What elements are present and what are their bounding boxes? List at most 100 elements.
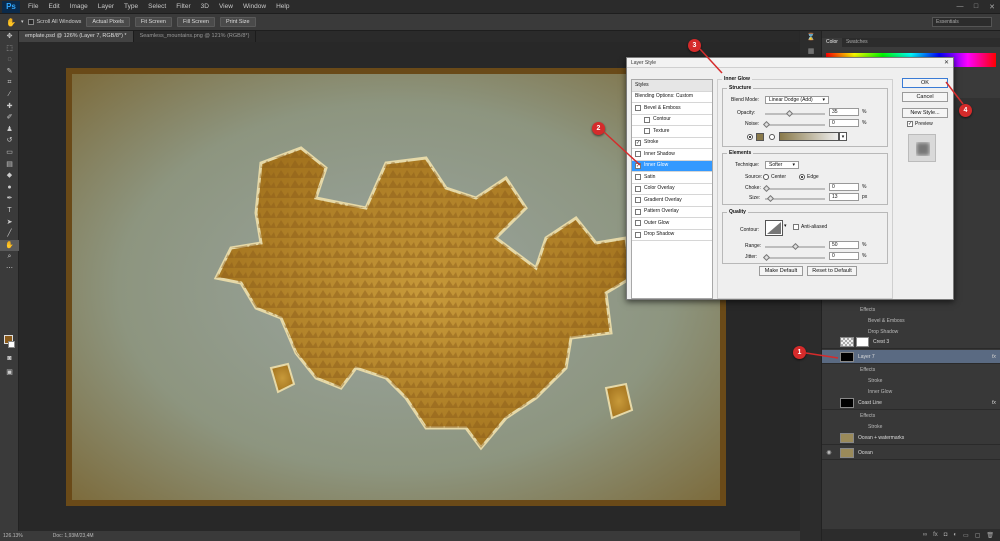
close-icon[interactable]: ✕ (984, 3, 1000, 11)
lasso-tool-icon[interactable]: ◌ (0, 54, 19, 66)
checkbox-checked[interactable]: ✓ (635, 162, 641, 169)
layer-effect-stroke[interactable]: Stroke (822, 375, 1000, 386)
style-satin[interactable]: Satin (632, 172, 712, 184)
chevron-down-icon[interactable]: ▾ (784, 223, 787, 229)
style-inner-glow[interactable]: ✓ Inner Glow (632, 160, 712, 172)
layer-ocean-watermarks[interactable]: Ocean + watermarks (822, 431, 1000, 445)
color-radio[interactable] (747, 134, 753, 140)
checkbox[interactable] (644, 128, 650, 135)
menu-layer[interactable]: Layer (93, 3, 119, 10)
checkbox[interactable] (635, 220, 641, 227)
menu-filter[interactable]: Filter (171, 3, 195, 10)
pen-tool-icon[interactable]: ✒ (0, 193, 19, 205)
style-inner-shadow[interactable]: Inner Shadow (632, 149, 712, 161)
path-select-tool-icon[interactable]: ➤ (0, 217, 19, 229)
choke-slider[interactable] (762, 184, 825, 193)
new-style-button[interactable]: New Style... (902, 108, 948, 118)
link-icon[interactable]: ∞ (923, 532, 927, 538)
size-slider[interactable] (765, 194, 825, 203)
eyedropper-tool-icon[interactable]: ⁄ (0, 89, 19, 101)
layer-effect-bevel[interactable]: Bevel & Emboss (822, 315, 1000, 326)
menu-view[interactable]: View (214, 3, 238, 10)
ok-button[interactable]: OK (902, 78, 948, 88)
history-panel-icon[interactable]: ⌛ (800, 31, 822, 45)
opacity-input[interactable]: 35 (829, 108, 859, 116)
reset-default-button[interactable]: Reset to Default (807, 266, 857, 276)
make-default-button[interactable]: Make Default (759, 266, 803, 276)
range-slider[interactable] (765, 242, 825, 251)
opacity-slider[interactable] (765, 109, 825, 118)
quick-select-tool-icon[interactable]: ✎ (0, 66, 19, 78)
move-tool-icon[interactable]: ✥ (0, 31, 19, 43)
close-icon[interactable]: ✕ (944, 58, 949, 68)
style-gradient-overlay[interactable]: Gradient Overlay (632, 195, 712, 207)
minimize-icon[interactable]: — (952, 3, 968, 11)
checkbox-checked[interactable]: ✓ (635, 139, 641, 146)
contour-picker[interactable] (765, 220, 783, 236)
workspace-select[interactable]: Essentials (932, 17, 992, 27)
crop-tool-icon[interactable]: ⌗ (0, 77, 19, 89)
menu-image[interactable]: Image (65, 3, 93, 10)
checkbox[interactable] (635, 151, 641, 158)
new-layer-icon[interactable]: ▢ (975, 532, 981, 539)
folder-icon[interactable]: ▭ (963, 532, 969, 539)
jitter-input[interactable]: 0 (829, 252, 859, 260)
gradient-tool-icon[interactable]: ▤ (0, 159, 19, 171)
style-bevel-emboss[interactable]: Bevel & Emboss (632, 103, 712, 115)
checkbox[interactable] (635, 208, 641, 215)
background-color-swatch[interactable] (8, 341, 15, 348)
checkbox[interactable] (635, 105, 641, 112)
style-texture[interactable]: Texture (632, 126, 712, 138)
trash-icon[interactable]: 🗑 (986, 532, 994, 539)
chevron-down-icon[interactable]: ▾ (839, 132, 847, 141)
dropdown-arrow-icon[interactable]: ▾ (21, 19, 24, 25)
zoom-level[interactable]: 126.13% (3, 533, 23, 539)
layer-effects-row[interactable]: Effects (822, 304, 1000, 315)
glow-color-swatch[interactable] (756, 133, 764, 141)
style-drop-shadow[interactable]: Drop Shadow (632, 230, 712, 241)
checkbox[interactable] (635, 197, 641, 204)
marquee-tool-icon[interactable]: ⬚ (0, 43, 19, 55)
fill-screen-button[interactable]: Fill Screen (177, 17, 215, 27)
layer-effects-row[interactable]: Effects (822, 410, 1000, 421)
fx-icon[interactable]: fx (992, 400, 996, 406)
blending-options[interactable]: Blending Options: Custom (632, 92, 712, 103)
layer-crest-3[interactable]: Crest 3 (822, 335, 1000, 349)
tab-seamless-mountains[interactable]: Seamless_mountains.png @ 121% (RGB/8*) (134, 31, 257, 42)
blend-mode-select[interactable]: Linear Dodge (Add) ▾ (765, 96, 829, 104)
noise-slider[interactable] (762, 120, 825, 129)
adjustment-icon[interactable]: ◐ (953, 532, 957, 538)
menu-file[interactable]: File (23, 3, 43, 10)
tab-color[interactable]: Color (822, 38, 842, 47)
clone-stamp-tool-icon[interactable]: ♟ (0, 124, 19, 136)
style-contour[interactable]: Contour (632, 115, 712, 126)
checkbox[interactable] (635, 185, 641, 192)
dialog-title-bar[interactable]: Layer Style ✕ (627, 58, 953, 68)
eraser-tool-icon[interactable]: ▭ (0, 147, 19, 159)
gradient-radio[interactable] (769, 134, 775, 140)
style-stroke[interactable]: ✓ Stroke (632, 138, 712, 149)
print-size-button[interactable]: Print Size (219, 17, 256, 27)
menu-3d[interactable]: 3D (196, 3, 214, 10)
layer-coast-line[interactable]: Coast Line fx (822, 396, 1000, 410)
cancel-button[interactable]: Cancel (902, 92, 948, 102)
technique-select[interactable]: Softer ▾ (765, 161, 799, 169)
style-outer-glow[interactable]: Outer Glow (632, 218, 712, 230)
anti-aliased-checkbox[interactable]: Anti-aliased (793, 224, 827, 230)
checkbox[interactable] (635, 231, 641, 238)
checkbox[interactable] (635, 174, 641, 181)
source-center-radio[interactable]: Center (763, 174, 786, 180)
menu-window[interactable]: Window (238, 3, 271, 10)
scroll-all-windows-checkbox[interactable]: Scroll All Windows (28, 19, 81, 25)
styles-header[interactable]: Styles (632, 80, 712, 92)
shape-tool-icon[interactable]: ╱ (0, 228, 19, 240)
size-input[interactable]: 13 (829, 193, 859, 201)
fit-screen-button[interactable]: Fit Screen (134, 17, 172, 27)
tab-swatches[interactable]: Swatches (842, 38, 872, 47)
layer-layer-7[interactable]: Layer 7 fx (822, 350, 1000, 364)
eye-icon[interactable]: ◉ (822, 449, 836, 456)
fx-icon[interactable]: fx (992, 354, 996, 360)
history-brush-tool-icon[interactable]: ↺ (0, 135, 19, 147)
hand-tool-icon[interactable]: ✋ (0, 239, 19, 252)
more-tools-icon[interactable]: ⋯ (0, 263, 19, 275)
